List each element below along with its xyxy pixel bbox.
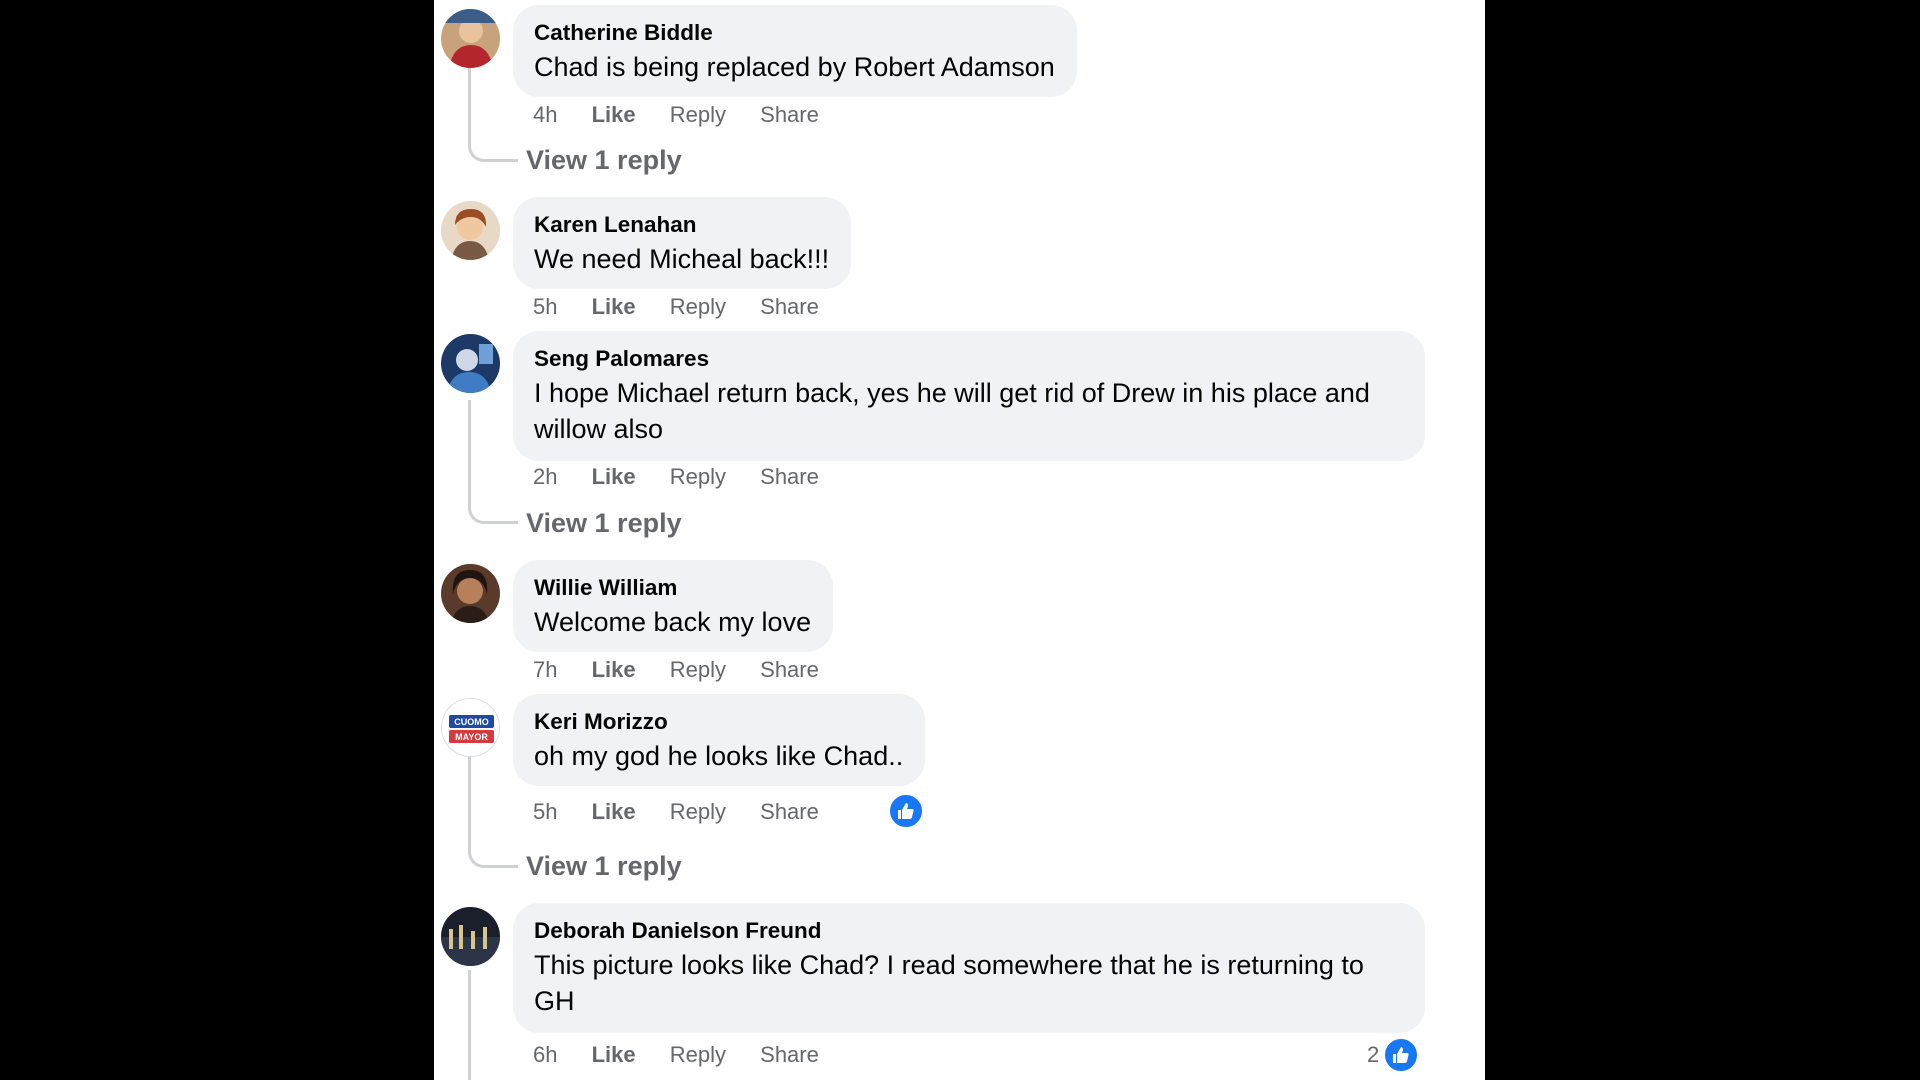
view-replies-link[interactable]: View 1 reply bbox=[526, 849, 682, 883]
thumbs-up-icon[interactable] bbox=[1383, 1037, 1419, 1073]
comment-text: We need Micheal back!!! bbox=[534, 244, 830, 274]
comment-actions: 7h Like Reply Share bbox=[533, 655, 847, 685]
like-button[interactable]: Like bbox=[592, 655, 636, 685]
comments-panel: Catherine Biddle Chad is being replaced … bbox=[434, 0, 1485, 1080]
comment-actions: 4h Like Reply Share bbox=[533, 100, 847, 130]
like-button[interactable]: Like bbox=[592, 292, 636, 322]
avatar[interactable] bbox=[441, 564, 500, 623]
comment-actions: 5h Like Reply Share bbox=[533, 797, 847, 827]
thread-line bbox=[468, 400, 471, 490]
reply-connector bbox=[468, 834, 518, 868]
avatar-badge-bottom: MAYOR bbox=[455, 732, 488, 742]
avatar-badge-top: CUOMO bbox=[454, 717, 489, 727]
comment-time[interactable]: 4h bbox=[533, 100, 557, 130]
comment-bubble: Keri Morizzo oh my god he looks like Cha… bbox=[513, 694, 926, 786]
comment-bubble: Deborah Danielson Freund This picture lo… bbox=[513, 903, 1425, 1033]
comment-bubble: Karen Lenahan We need Micheal back!!! bbox=[513, 197, 852, 289]
comment-text: oh my god he looks like Chad.. bbox=[534, 741, 904, 771]
comment-author[interactable]: Keri Morizzo bbox=[534, 708, 903, 736]
like-button[interactable]: Like bbox=[592, 462, 636, 492]
reply-button[interactable]: Reply bbox=[670, 1040, 726, 1070]
comment-text: This picture looks like Chad? I read som… bbox=[534, 950, 1364, 1016]
reply-connector bbox=[468, 490, 518, 524]
comment-time[interactable]: 7h bbox=[533, 655, 557, 685]
comment-text: Chad is being replaced by Robert Adamson bbox=[534, 52, 1055, 82]
reply-button[interactable]: Reply bbox=[670, 462, 726, 492]
avatar[interactable]: CUOMO MAYOR bbox=[441, 698, 500, 757]
avatar[interactable] bbox=[441, 907, 500, 966]
comment-author[interactable]: Deborah Danielson Freund bbox=[534, 917, 1403, 945]
comment-author[interactable]: Catherine Biddle bbox=[534, 19, 1055, 47]
share-button[interactable]: Share bbox=[760, 462, 819, 492]
like-button[interactable]: Like bbox=[592, 797, 636, 827]
comment-author[interactable]: Karen Lenahan bbox=[534, 211, 829, 239]
reply-button[interactable]: Reply bbox=[670, 655, 726, 685]
avatar[interactable] bbox=[441, 201, 500, 260]
share-button[interactable]: Share bbox=[760, 797, 819, 827]
comment-text: I hope Michael return back, yes he will … bbox=[534, 378, 1370, 444]
share-button[interactable]: Share bbox=[760, 292, 819, 322]
comment-actions: 6h Like Reply Share bbox=[533, 1040, 847, 1070]
view-replies-link[interactable]: View 1 reply bbox=[526, 506, 682, 540]
view-replies-link[interactable]: View 1 reply bbox=[526, 143, 682, 177]
thread-line bbox=[468, 68, 471, 128]
reply-button[interactable]: Reply bbox=[670, 292, 726, 322]
thread-line bbox=[468, 970, 471, 1080]
comment-text: Welcome back my love bbox=[534, 607, 812, 637]
comment-time[interactable]: 6h bbox=[533, 1040, 557, 1070]
like-button[interactable]: Like bbox=[592, 1040, 636, 1070]
reply-connector bbox=[468, 128, 518, 162]
share-button[interactable]: Share bbox=[760, 100, 819, 130]
thumbs-up-icon[interactable] bbox=[888, 793, 924, 829]
reply-button[interactable]: Reply bbox=[670, 797, 726, 827]
comment-author[interactable]: Willie William bbox=[534, 574, 811, 602]
share-button[interactable]: Share bbox=[760, 1040, 819, 1070]
comment-time[interactable]: 5h bbox=[533, 797, 557, 827]
comment-bubble: Willie William Welcome back my love bbox=[513, 560, 834, 652]
reply-button[interactable]: Reply bbox=[670, 100, 726, 130]
comment-time[interactable]: 5h bbox=[533, 292, 557, 322]
comment-actions: 2h Like Reply Share bbox=[533, 462, 847, 492]
reaction-count[interactable]: 2 bbox=[1367, 1040, 1379, 1070]
comment-bubble: Seng Palomares I hope Michael return bac… bbox=[513, 331, 1425, 461]
comment-author[interactable]: Seng Palomares bbox=[534, 345, 1403, 373]
comment-actions: 5h Like Reply Share bbox=[533, 292, 847, 322]
avatar[interactable] bbox=[441, 9, 500, 68]
comment-time[interactable]: 2h bbox=[533, 462, 557, 492]
like-button[interactable]: Like bbox=[592, 100, 636, 130]
comment-bubble: Catherine Biddle Chad is being replaced … bbox=[513, 5, 1077, 97]
share-button[interactable]: Share bbox=[760, 655, 819, 685]
avatar[interactable] bbox=[441, 334, 500, 393]
